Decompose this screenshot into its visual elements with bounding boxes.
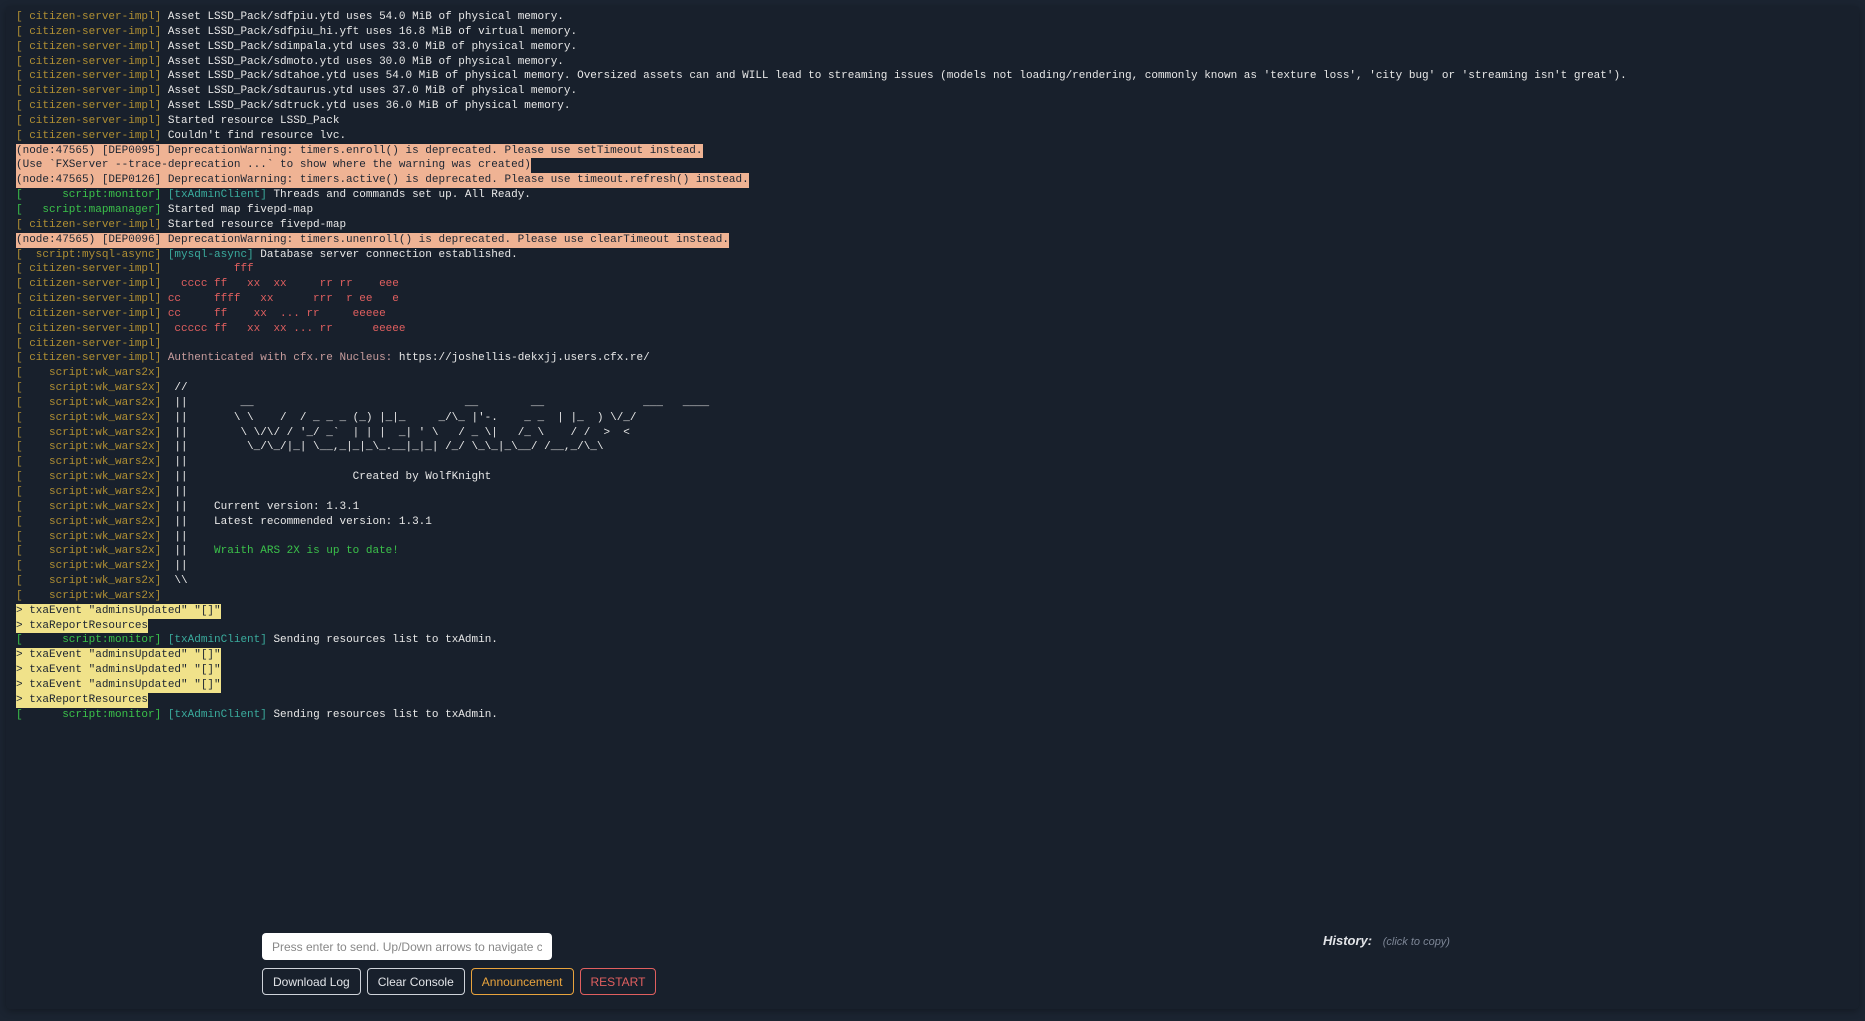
toolbar-center: Download Log Clear Console Announcement … — [262, 933, 656, 995]
history-panel: History: (click to copy) — [1323, 933, 1843, 949]
console-line: [ script:wk_wars2x] || Current version: … — [16, 500, 1849, 515]
console-line: [ citizen-server-impl] — [16, 337, 1849, 352]
console-line: [ citizen-server-impl] cc ffff xx rrr r … — [16, 292, 1849, 307]
console-line: > txaEvent "adminsUpdated" "[]" — [16, 678, 1849, 693]
console-line: [ citizen-server-impl] cccc ff xx xx rr … — [16, 277, 1849, 292]
console-line: (node:47565) [DEP0095] DeprecationWarnin… — [16, 144, 1849, 159]
console-line: [ script:monitor] [txAdminClient] Sendin… — [16, 633, 1849, 648]
console-line: [ script:wk_wars2x] || — [16, 455, 1849, 470]
console-line: (node:47565) [DEP0126] DeprecationWarnin… — [16, 173, 1849, 188]
download-log-button[interactable]: Download Log — [262, 968, 361, 995]
console-line: [ citizen-server-impl] Asset LSSD_Pack/s… — [16, 55, 1849, 70]
console-line: [ citizen-server-impl] ccccc ff xx xx ..… — [16, 322, 1849, 337]
button-row: Download Log Clear Console Announcement … — [262, 968, 656, 995]
console-line: [ citizen-server-impl] Couldn't find res… — [16, 129, 1849, 144]
console-line: [ script:wk_wars2x] || __ __ __ ___ ____ — [16, 396, 1849, 411]
console-line: [ script:wk_wars2x] || — [16, 530, 1849, 545]
console-line: [ script:wk_wars2x] || — [16, 485, 1849, 500]
console-line: [ script:mapmanager] Started map fivepd-… — [16, 203, 1849, 218]
console-log[interactable]: [ citizen-server-impl] Asset LSSD_Pack/s… — [6, 6, 1859, 923]
toolbar: Download Log Clear Console Announcement … — [6, 923, 1859, 1009]
console-line: [ citizen-server-impl] fff — [16, 262, 1849, 277]
console-line: [ script:wk_wars2x] — [16, 366, 1849, 381]
console-line: [ script:wk_wars2x] || Wraith ARS 2X is … — [16, 544, 1849, 559]
console-card: [ citizen-server-impl] Asset LSSD_Pack/s… — [6, 6, 1859, 1009]
console-line: > txaEvent "adminsUpdated" "[]" — [16, 663, 1849, 678]
console-line: > txaReportResources — [16, 693, 1849, 708]
console-line: [ script:wk_wars2x] || \ \/\/ / '_/ _` |… — [16, 426, 1849, 441]
console-line: [ citizen-server-impl] Asset LSSD_Pack/s… — [16, 25, 1849, 40]
console-line: [ script:wk_wars2x] || \ \ / / _ _ _ (_)… — [16, 411, 1849, 426]
console-line: (node:47565) [DEP0096] DeprecationWarnin… — [16, 233, 1849, 248]
restart-button[interactable]: RESTART — [580, 968, 657, 995]
console-line: [ citizen-server-impl] Asset LSSD_Pack/s… — [16, 10, 1849, 25]
announcement-button[interactable]: Announcement — [471, 968, 574, 995]
console-line: [ citizen-server-impl] Asset LSSD_Pack/s… — [16, 99, 1849, 114]
console-line: > txaEvent "adminsUpdated" "[]" — [16, 648, 1849, 663]
console-line: (Use `FXServer --trace-deprecation ...` … — [16, 158, 1849, 173]
console-line: [ citizen-server-impl] Started resource … — [16, 218, 1849, 233]
console-line: [ script:monitor] [txAdminClient] Thread… — [16, 188, 1849, 203]
console-line: [ citizen-server-impl] Authenticated wit… — [16, 351, 1849, 366]
history-title: History: — [1323, 933, 1372, 948]
console-line: [ script:wk_wars2x] || Latest recommende… — [16, 515, 1849, 530]
console-line: [ script:monitor] [txAdminClient] Sendin… — [16, 708, 1849, 723]
history-hint: (click to copy) — [1383, 936, 1450, 948]
console-line: [ citizen-server-impl] Asset LSSD_Pack/s… — [16, 84, 1849, 99]
console-line: [ script:wk_wars2x] || \_/\_/|_| \__,_|_… — [16, 440, 1849, 455]
console-line: [ script:wk_wars2x] \\ — [16, 574, 1849, 589]
console-line: > txaEvent "adminsUpdated" "[]" — [16, 604, 1849, 619]
console-line: [ script:wk_wars2x] — [16, 589, 1849, 604]
page-wrap: [ citizen-server-impl] Asset LSSD_Pack/s… — [0, 0, 1865, 1021]
console-line: [ script:wk_wars2x] || — [16, 559, 1849, 574]
console-line: [ citizen-server-impl] Asset LSSD_Pack/s… — [16, 40, 1849, 55]
console-line: [ citizen-server-impl] Asset LSSD_Pack/s… — [16, 69, 1849, 84]
console-line: [ citizen-server-impl] Started resource … — [16, 114, 1849, 129]
console-line: [ citizen-server-impl] cc ff xx ... rr e… — [16, 307, 1849, 322]
console-line: [ script:wk_wars2x] || Created by WolfKn… — [16, 470, 1849, 485]
console-line: > txaReportResources — [16, 619, 1849, 634]
console-line: [ script:mysql-async] [mysql-async] Data… — [16, 248, 1849, 263]
console-line: [ script:wk_wars2x] // — [16, 381, 1849, 396]
clear-console-button[interactable]: Clear Console — [367, 968, 465, 995]
console-input[interactable] — [262, 933, 552, 960]
